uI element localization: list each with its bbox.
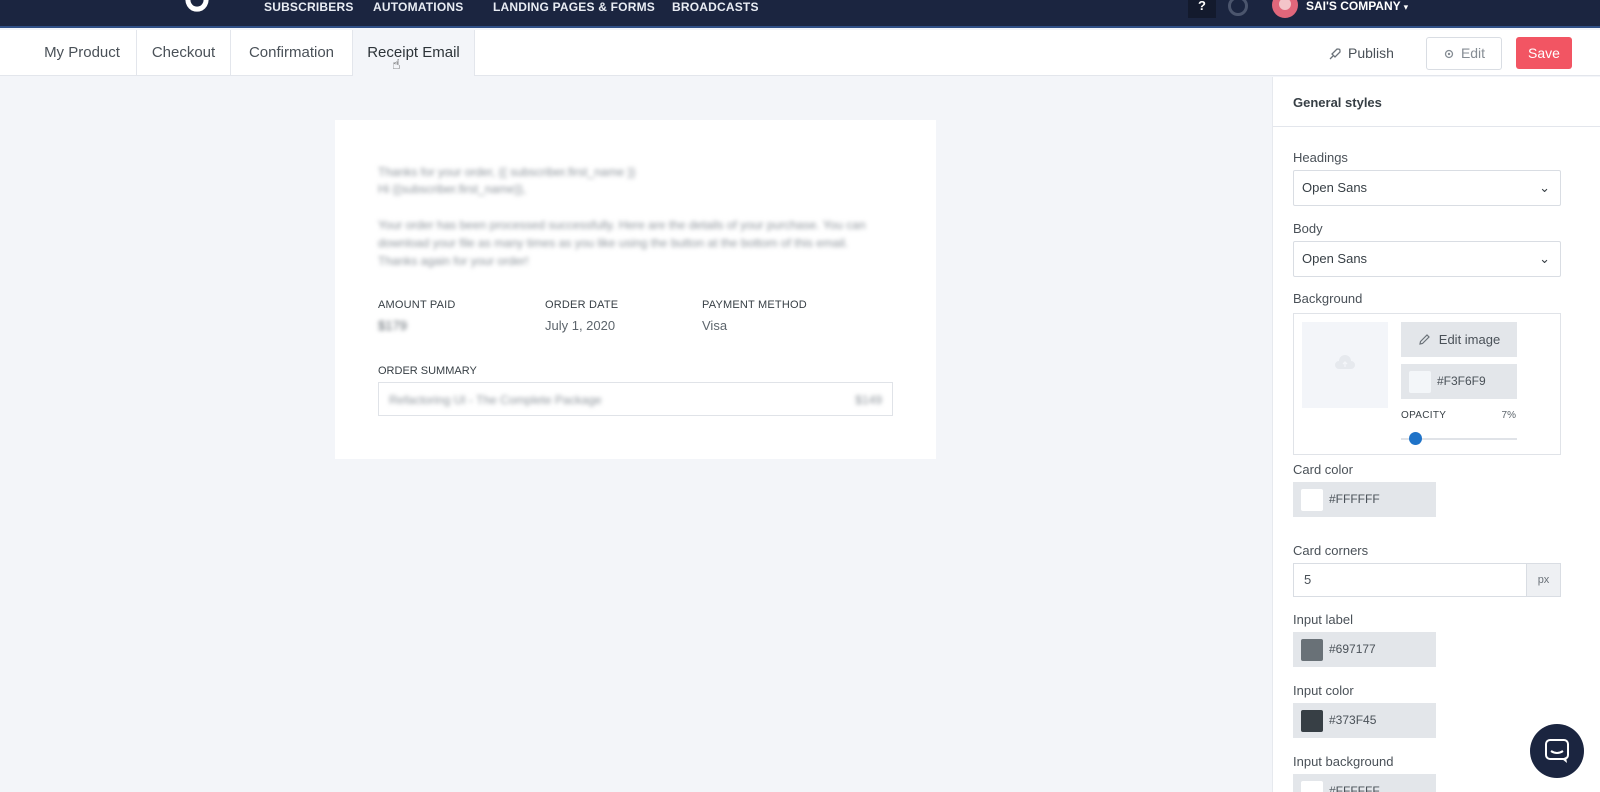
input-label-color-swatch bbox=[1301, 639, 1323, 661]
input-color-swatch bbox=[1301, 710, 1323, 732]
opacity-value: 7% bbox=[1501, 410, 1516, 421]
card-color-label: Card color bbox=[1293, 462, 1353, 477]
caret-down-icon: ▾ bbox=[1403, 2, 1409, 12]
pencil-icon bbox=[1419, 334, 1430, 345]
tab-checkout[interactable]: Checkout bbox=[137, 30, 231, 76]
input-background-color-picker[interactable]: #FFFFFF bbox=[1293, 774, 1436, 792]
input-background-color-value: #FFFFFF bbox=[1329, 784, 1380, 792]
payment-method-value: Visa bbox=[702, 318, 728, 333]
general-styles-panel: General styles Headings Open Sans ⌄ Body… bbox=[1272, 77, 1600, 792]
input-label-color-value: #697177 bbox=[1329, 642, 1376, 656]
edit-label: Edit bbox=[1460, 45, 1486, 61]
save-button[interactable]: Save bbox=[1516, 37, 1572, 69]
help-button[interactable]: ? bbox=[1188, 0, 1216, 18]
top-navigation: SUBSCRIBERS AUTOMATIONS LANDING PAGES & … bbox=[0, 0, 1600, 28]
tab-receipt-email[interactable]: Receipt Email bbox=[353, 30, 475, 76]
order-summary-row: Refactoring UI - The Complete Package $1… bbox=[378, 382, 893, 416]
opacity-slider-handle[interactable] bbox=[1409, 432, 1422, 445]
card-corners-label: Card corners bbox=[1293, 543, 1369, 558]
cloud-upload-icon bbox=[1335, 355, 1355, 369]
email-salutation: Hi {{subscriber.first_name}}, bbox=[378, 182, 527, 196]
edit-image-button[interactable]: Edit image bbox=[1401, 322, 1517, 357]
input-color-value: #373F45 bbox=[1329, 713, 1377, 727]
background-settings: Edit image #F3F6F9 OPACITY 7% bbox=[1293, 313, 1561, 455]
receipt-email-preview[interactable]: Thanks for your order, {{ subscriber.fir… bbox=[335, 120, 936, 459]
edit-image-label: Edit image bbox=[1438, 332, 1501, 347]
nav-automations[interactable]: AUTOMATIONS bbox=[373, 0, 463, 14]
card-color-picker[interactable]: #FFFFFF bbox=[1293, 482, 1436, 517]
order-date-label: ORDER DATE bbox=[545, 299, 619, 311]
order-item-name: Refactoring UI - The Complete Package bbox=[389, 393, 602, 407]
logo-icon[interactable] bbox=[180, 0, 214, 20]
tab-my-product[interactable]: My Product bbox=[28, 30, 137, 76]
input-label-color-picker[interactable]: #697177 bbox=[1293, 632, 1436, 667]
body-font-value: Open Sans bbox=[1302, 251, 1368, 266]
input-label-label: Input label bbox=[1293, 612, 1353, 627]
background-label: Background bbox=[1293, 291, 1363, 306]
tab-confirmation[interactable]: Confirmation bbox=[231, 30, 353, 76]
email-greeting: Thanks for your order, {{ subscriber.fir… bbox=[378, 164, 635, 198]
publish-button[interactable]: Publish bbox=[1328, 30, 1394, 76]
avatar[interactable] bbox=[1272, 0, 1298, 18]
amount-paid-value: $179 bbox=[378, 318, 407, 333]
rocket-icon bbox=[1329, 48, 1341, 60]
input-color-picker[interactable]: #373F45 bbox=[1293, 703, 1436, 738]
chevron-down-icon: ⌄ bbox=[1539, 251, 1550, 266]
headings-label: Headings bbox=[1293, 150, 1348, 165]
opacity-label: OPACITY bbox=[1401, 410, 1447, 421]
panel-title: General styles bbox=[1273, 77, 1600, 127]
card-color-swatch bbox=[1301, 489, 1323, 511]
chat-widget-button[interactable] bbox=[1530, 724, 1584, 778]
headings-font-select[interactable]: Open Sans ⌄ bbox=[1293, 170, 1561, 206]
background-color-value: #F3F6F9 bbox=[1437, 374, 1486, 388]
card-color-value: #FFFFFF bbox=[1329, 492, 1380, 506]
order-summary-label: ORDER SUMMARY bbox=[378, 365, 477, 377]
chat-bubble-icon bbox=[1545, 739, 1569, 763]
edit-button[interactable]: Edit bbox=[1426, 37, 1502, 70]
card-corners-unit: px bbox=[1527, 563, 1561, 597]
background-image-thumbnail[interactable] bbox=[1302, 322, 1388, 408]
gear-icon bbox=[1444, 49, 1454, 59]
chevron-down-icon: ⌄ bbox=[1539, 180, 1550, 195]
payment-method-label: PAYMENT METHOD bbox=[702, 299, 807, 311]
input-background-color-swatch bbox=[1301, 781, 1323, 792]
body-font-select[interactable]: Open Sans ⌄ bbox=[1293, 241, 1561, 277]
input-color-label: Input color bbox=[1293, 683, 1354, 698]
email-subject-line: Thanks for your order, {{ subscriber.fir… bbox=[378, 165, 636, 179]
company-name: SAI'S COMPANY bbox=[1306, 0, 1401, 13]
background-color-swatch bbox=[1409, 371, 1431, 393]
company-menu[interactable]: SAI'S COMPANY ▾ bbox=[1306, 0, 1408, 13]
input-background-label: Input background bbox=[1293, 754, 1394, 769]
nav-broadcasts[interactable]: BROADCASTS bbox=[672, 0, 759, 14]
card-corners-input[interactable]: 5 bbox=[1293, 563, 1527, 597]
notification-ring-icon[interactable] bbox=[1228, 0, 1248, 16]
order-item-price: $149 bbox=[855, 393, 882, 407]
email-body-text: Your order has been processed successful… bbox=[378, 218, 866, 268]
body-label: Body bbox=[1293, 221, 1323, 236]
nav-subscribers[interactable]: SUBSCRIBERS bbox=[264, 0, 354, 14]
background-color-picker[interactable]: #F3F6F9 bbox=[1401, 364, 1517, 399]
order-date-value: July 1, 2020 bbox=[545, 318, 616, 333]
publish-label: Publish bbox=[1348, 45, 1394, 61]
mouse-pointer-icon: ☝ bbox=[392, 56, 401, 72]
amount-paid-label: AMOUNT PAID bbox=[378, 299, 456, 311]
headings-font-value: Open Sans bbox=[1302, 180, 1368, 195]
nav-landing-pages-forms[interactable]: LANDING PAGES & FORMS bbox=[493, 0, 655, 14]
